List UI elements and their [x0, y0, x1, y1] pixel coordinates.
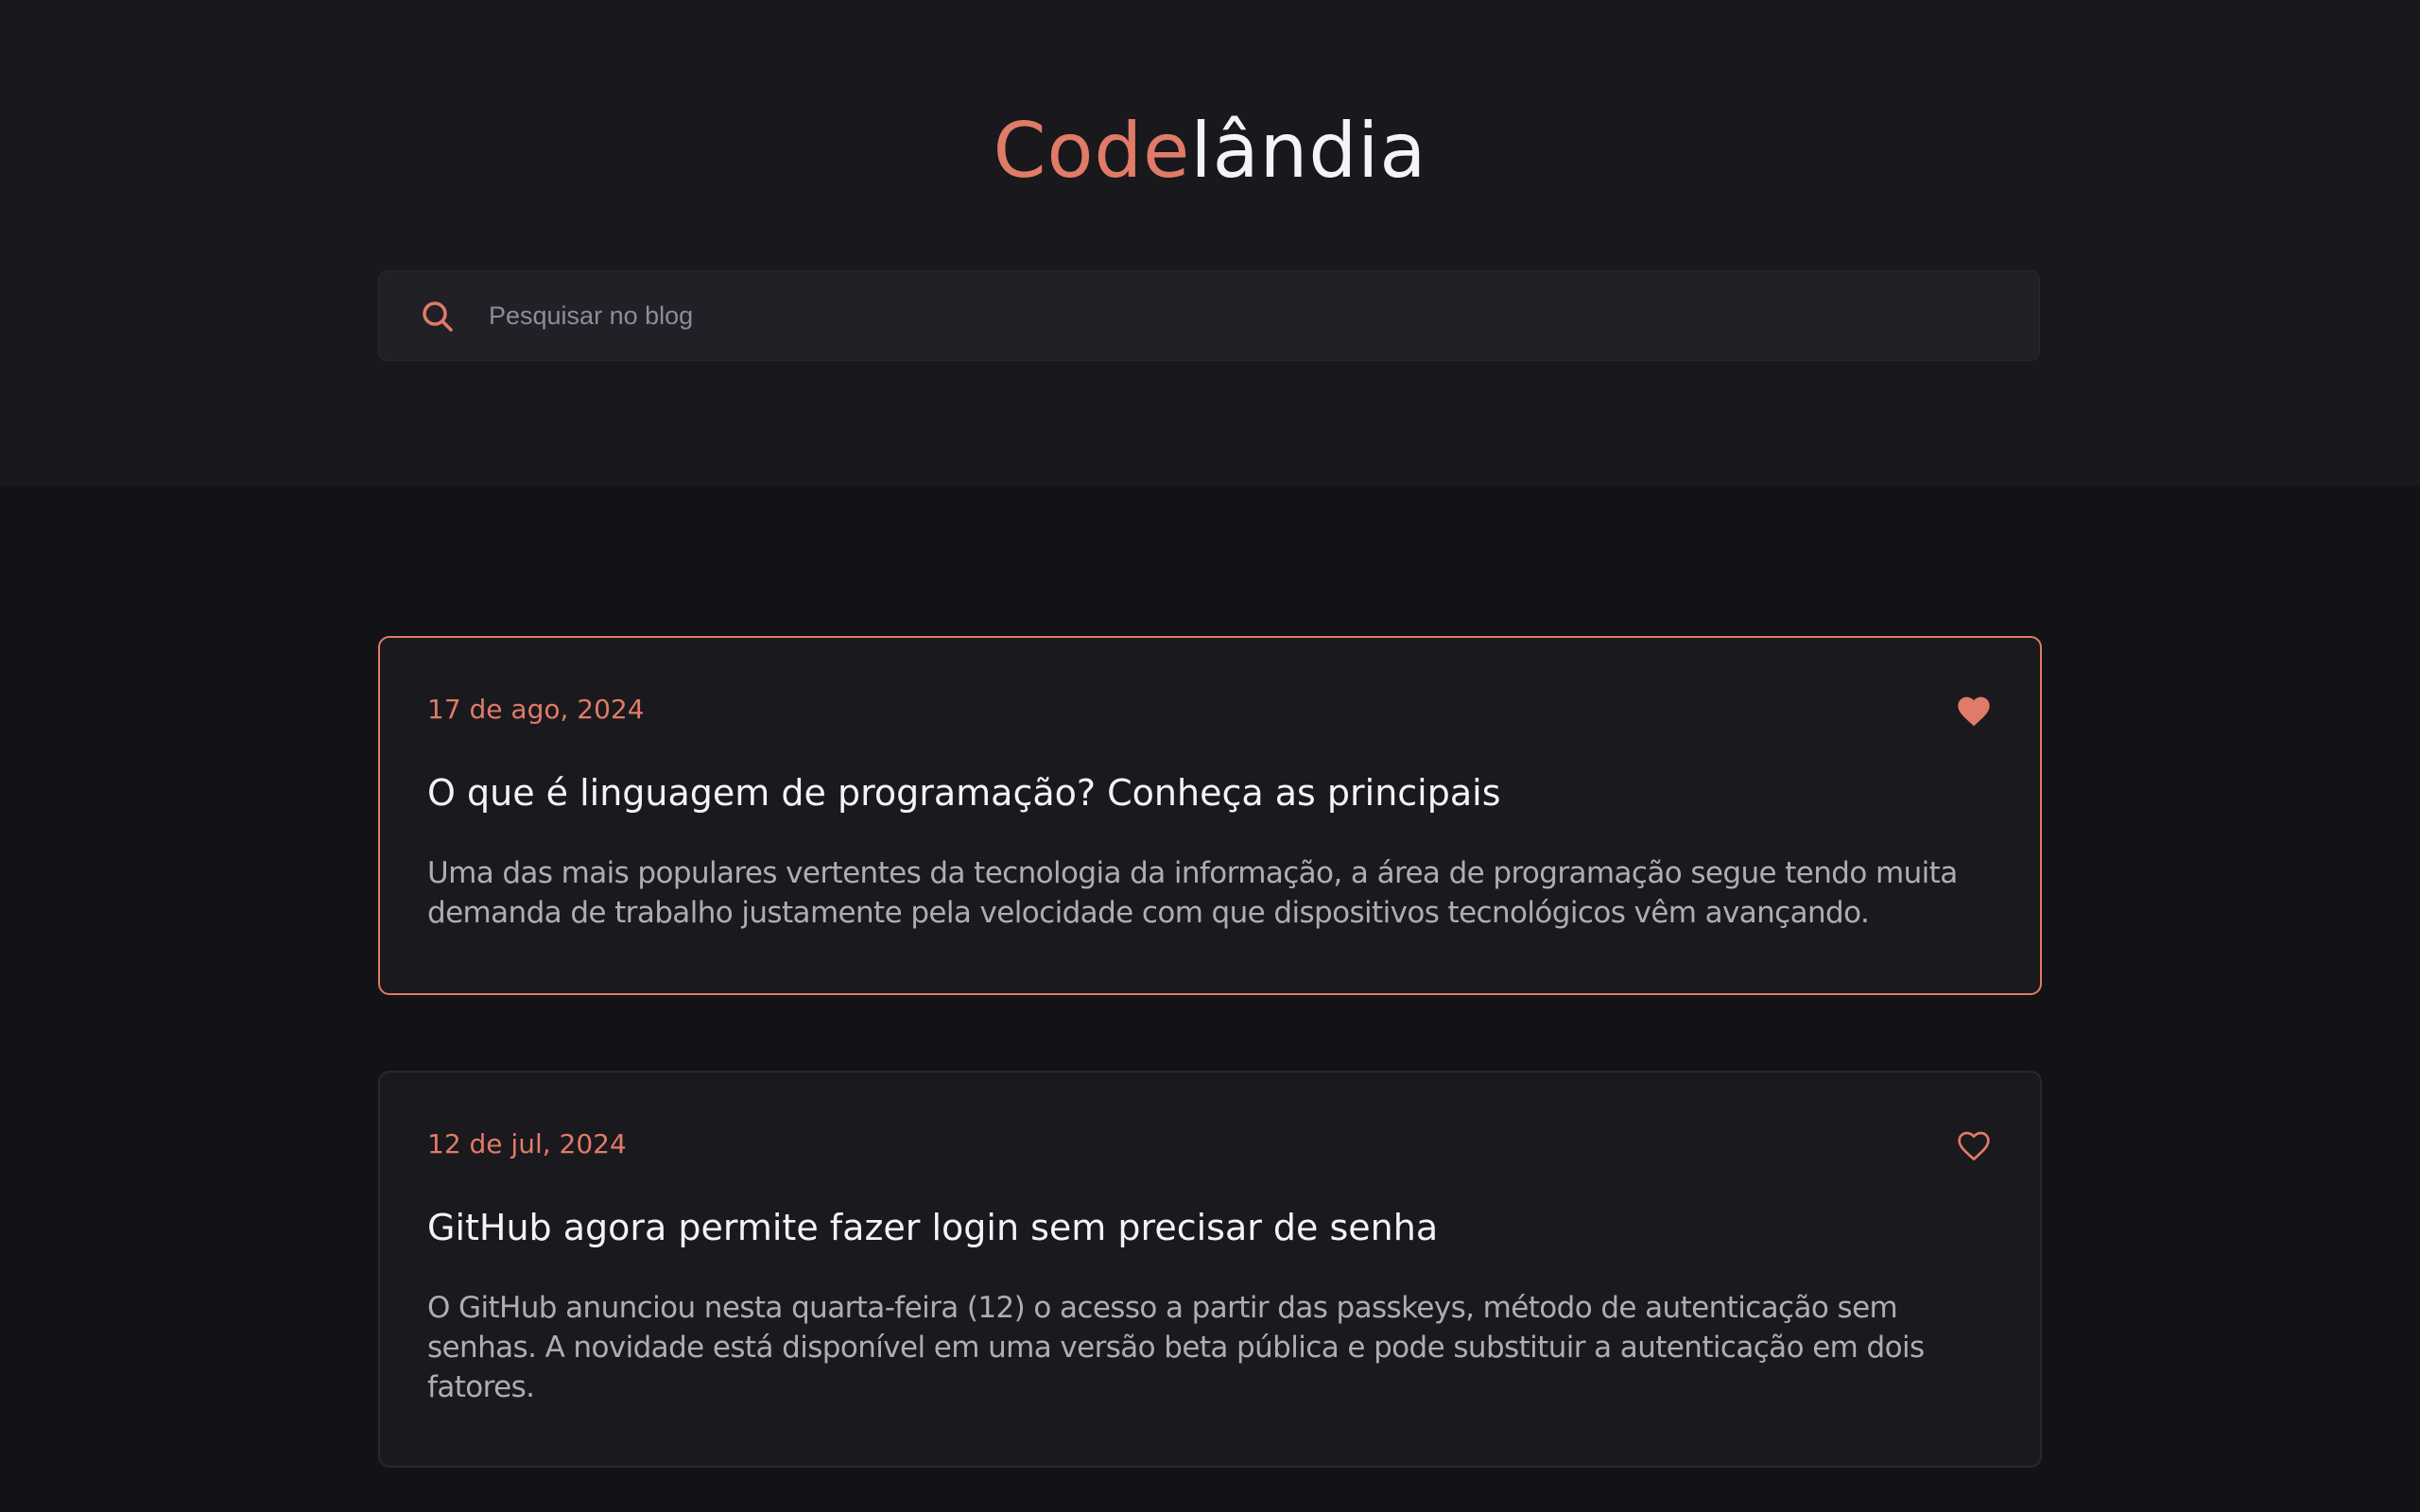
post-title[interactable]: O que é linguagem de programação? Conheç… — [427, 770, 1501, 816]
search-icon — [421, 300, 455, 334]
header: Codelândia — [0, 0, 2420, 486]
post-date: 12 de jul, 2024 — [427, 1128, 627, 1160]
logo[interactable]: Codelândia — [0, 104, 2420, 198]
post-excerpt: O GitHub anunciou nesta quarta-feira (12… — [427, 1291, 1925, 1404]
heart-filled-icon[interactable] — [1955, 693, 1993, 730]
post-title[interactable]: GitHub agora permite fazer login sem pre… — [427, 1205, 1438, 1250]
logo-accent: Code — [993, 107, 1191, 195]
post-card[interactable]: 17 de ago, 2024 O que é linguagem de pro… — [378, 636, 2042, 995]
logo-rest: lândia — [1190, 107, 1427, 195]
post-date: 17 de ago, 2024 — [427, 694, 645, 725]
heart-outline-icon[interactable] — [1955, 1127, 1993, 1165]
search-input[interactable] — [487, 271, 2003, 361]
post-excerpt: Uma das mais populares vertentes da tecn… — [427, 856, 1958, 930]
post-card[interactable]: 12 de jul, 2024 GitHub agora permite faz… — [378, 1071, 2042, 1468]
search-bar[interactable] — [378, 270, 2040, 361]
